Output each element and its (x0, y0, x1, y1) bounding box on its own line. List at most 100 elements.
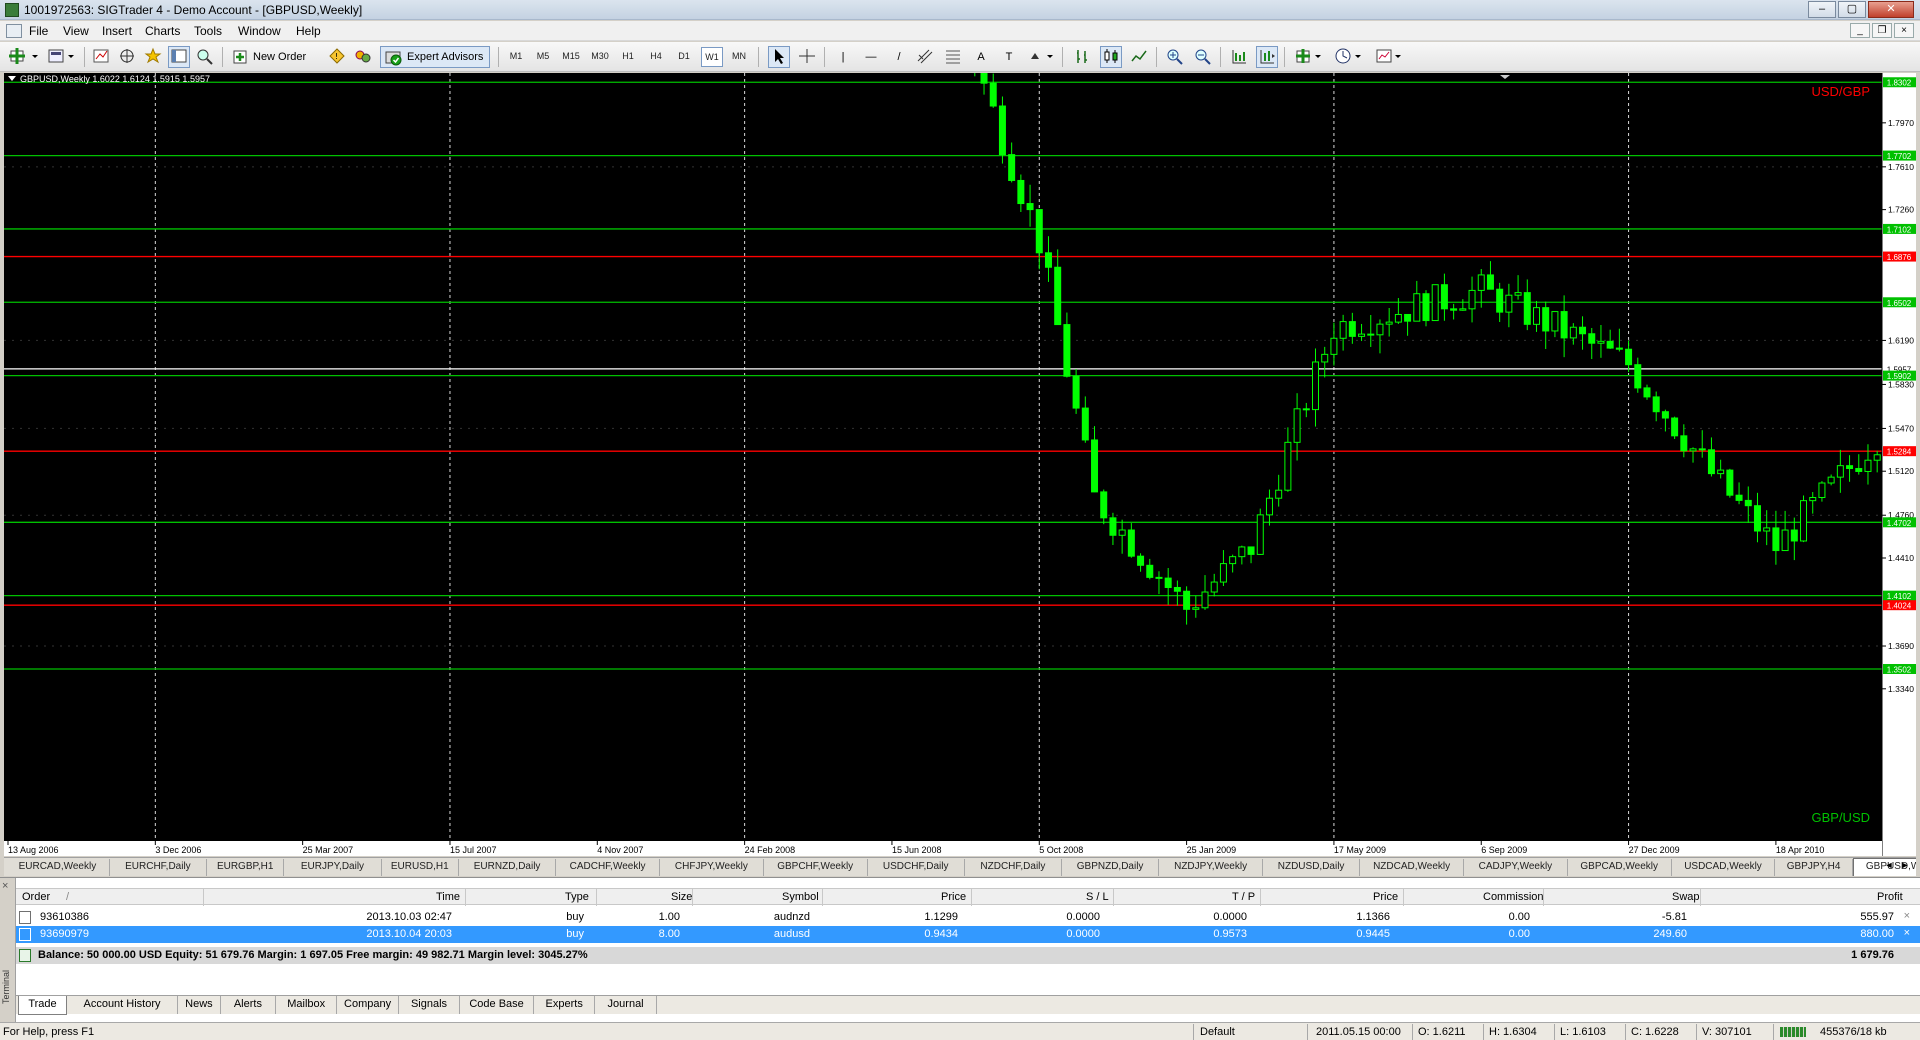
col-size[interactable]: Size (671, 891, 692, 903)
data-window-icon[interactable] (116, 46, 138, 68)
chart-tab-13[interactable]: NZDUSD,Daily (1263, 859, 1361, 876)
chart-tab-17[interactable]: USDCAD,Weekly (1672, 859, 1776, 876)
trade-row[interactable]: 93610386 2013.10.03 02:47 buy 1.00 audnzd 1.1… (16, 909, 1920, 926)
maximize-button[interactable]: ▢ (1838, 1, 1866, 18)
indicators-icon[interactable] (1292, 46, 1326, 68)
timeframe-h1[interactable]: H1 (617, 47, 639, 67)
col-commission[interactable]: Commission (1483, 891, 1544, 903)
chart-tab-6[interactable]: CADCHF,Weekly (556, 859, 660, 876)
close-button[interactable]: ✕ (1868, 1, 1914, 18)
menu-charts[interactable]: Charts (145, 24, 180, 38)
col-time[interactable]: Time (436, 891, 460, 903)
minimize-button[interactable]: – (1808, 1, 1836, 18)
menu-help[interactable]: Help (296, 24, 321, 38)
terminal-tab-trade[interactable]: Trade (18, 996, 67, 1015)
timeframe-h4[interactable]: H4 (645, 47, 667, 67)
channel-icon[interactable] (914, 46, 936, 68)
timeframe-d1[interactable]: D1 (673, 47, 695, 67)
periods-icon[interactable] (1332, 46, 1366, 68)
chart-shift-icon[interactable] (1256, 46, 1278, 68)
terminal-tab-news[interactable]: News (178, 996, 221, 1014)
crosshair-icon[interactable] (796, 46, 818, 68)
line-chart-icon[interactable] (1128, 46, 1150, 68)
terminal-icon[interactable] (168, 46, 190, 68)
chart-tab-16[interactable]: GBPCAD,Weekly (1568, 859, 1672, 876)
terminal-tab-journal[interactable]: Journal (595, 996, 657, 1014)
terminal-tab-mailbox[interactable]: Mailbox (276, 996, 338, 1014)
vertical-line-icon[interactable]: | (832, 46, 854, 68)
chart-tab-11[interactable]: GBPNZD,Daily (1062, 859, 1160, 876)
terminal-close-icon[interactable]: × (2, 880, 8, 892)
navigator-icon[interactable] (142, 46, 164, 68)
templates-icon[interactable] (1372, 46, 1406, 68)
tab-scroll-right-icon[interactable]: ► (1898, 860, 1912, 870)
signals-icon[interactable] (352, 46, 374, 68)
timeframe-m30[interactable]: M30 (589, 47, 611, 67)
chart-tab-14[interactable]: NZDCAD,Weekly (1360, 859, 1464, 876)
col-swap[interactable]: Swap (1672, 891, 1700, 903)
menu-file[interactable]: File (29, 24, 48, 38)
col-current-price[interactable]: Price (1373, 891, 1398, 903)
close-order-icon[interactable]: × (1904, 927, 1910, 939)
chart-tab-5[interactable]: EURNZD,Daily (459, 859, 557, 876)
col-price[interactable]: Price (941, 891, 966, 903)
new-order-button[interactable]: New Order (228, 46, 320, 68)
bar-chart-icon[interactable] (1072, 46, 1094, 68)
timeframe-m15[interactable]: M15 (560, 47, 582, 67)
tile-windows-icon[interactable] (1228, 46, 1250, 68)
terminal-tab-experts[interactable]: Experts (534, 996, 596, 1014)
chart-tab-7[interactable]: CHFJPY,Weekly (660, 859, 764, 876)
chart-window[interactable]: 2.15302.08202.04601.97501.94001.90401.86… (4, 73, 1916, 856)
col-symbol[interactable]: Symbol (782, 891, 819, 903)
col-type[interactable]: Type (565, 891, 589, 903)
timeframe-m1[interactable]: M1 (505, 47, 527, 67)
col-stop-loss[interactable]: S / L (1086, 891, 1109, 903)
mdi-minimize-button[interactable]: _ (1850, 23, 1870, 38)
chart-tab-15[interactable]: CADJPY,Weekly (1464, 859, 1568, 876)
chart-tab-8[interactable]: GBPCHF,Weekly (764, 859, 868, 876)
mdi-restore-button[interactable]: ❐ (1872, 23, 1892, 38)
meta-editor-icon[interactable]: ! (326, 46, 348, 68)
tab-scroll-left-icon[interactable]: ◄ (1882, 860, 1896, 870)
chart-tab-3[interactable]: EURJPY,Daily (284, 859, 382, 876)
terminal-tab-company[interactable]: Company (337, 996, 399, 1014)
menu-insert[interactable]: Insert (102, 24, 132, 38)
trendline-icon[interactable]: / (888, 46, 910, 68)
close-order-icon[interactable]: × (1904, 910, 1910, 922)
mdi-close-button[interactable]: × (1894, 23, 1914, 38)
market-watch-icon[interactable] (90, 46, 112, 68)
col-take-profit[interactable]: T / P (1232, 891, 1255, 903)
new-chart-icon[interactable] (6, 46, 40, 68)
menu-window[interactable]: Window (238, 24, 281, 38)
terminal-tab-signals[interactable]: Signals (399, 996, 461, 1014)
timeframe-w1[interactable]: W1 (701, 47, 723, 67)
terminal-tab-alerts[interactable]: Alerts (221, 996, 276, 1014)
horizontal-line-icon[interactable]: — (860, 46, 882, 68)
strategy-tester-icon[interactable] (194, 46, 216, 68)
chart-tab-12[interactable]: NZDJPY,Weekly (1159, 859, 1263, 876)
chart-tab-2[interactable]: EURGBP,H1 (207, 859, 285, 876)
chart-tab-0[interactable]: EURCAD,Weekly (6, 859, 110, 876)
chart-tab-10[interactable]: NZDCHF,Daily (965, 859, 1062, 876)
chart-tab-4[interactable]: EURUSD,H1 (382, 859, 459, 876)
timeframe-m5[interactable]: M5 (532, 47, 554, 67)
col-order[interactable]: Order (22, 891, 50, 903)
chart-tab-9[interactable]: USDCHF,Daily (868, 859, 965, 876)
chart-tab-1[interactable]: EURCHF,Daily (110, 859, 207, 876)
terminal-tab-account-history[interactable]: Account History (67, 996, 178, 1014)
arrows-icon[interactable] (1026, 46, 1056, 68)
cursor-icon[interactable] (768, 46, 790, 68)
menu-tools[interactable]: Tools (194, 24, 222, 38)
candlestick-icon[interactable] (1100, 46, 1122, 68)
terminal-tab-code-base[interactable]: Code Base (460, 996, 534, 1014)
chart-window-icon[interactable] (6, 24, 22, 38)
text-label-icon[interactable]: T (998, 46, 1020, 68)
menu-view[interactable]: View (63, 24, 89, 38)
fibonacci-icon[interactable] (942, 46, 964, 68)
price-chart[interactable]: 2.15302.08202.04601.97501.94001.90401.86… (4, 73, 1916, 856)
timeframe-mn[interactable]: MN (728, 47, 750, 67)
zoom-in-icon[interactable] (1164, 46, 1186, 68)
col-profit[interactable]: Profit (1877, 891, 1903, 903)
zoom-out-icon[interactable] (1192, 46, 1214, 68)
chart-tab-18[interactable]: GBPJPY,H4 (1775, 859, 1853, 876)
